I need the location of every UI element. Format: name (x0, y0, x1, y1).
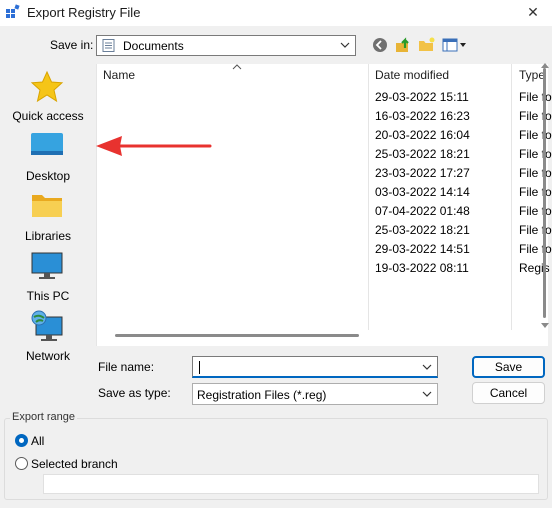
chevron-down-icon (422, 391, 432, 397)
title-bar: Export Registry File ✕ (0, 0, 552, 26)
place-network[interactable]: Network (3, 309, 93, 367)
new-folder-icon[interactable] (417, 36, 437, 54)
desktop-icon (31, 133, 63, 155)
list-item[interactable]: 23-03-2022 17:27 File fo (97, 164, 552, 183)
text-cursor (199, 361, 200, 374)
type-cell: File fo (519, 128, 552, 142)
documents-icon (102, 39, 115, 52)
date-cell: 25-03-2022 18:21 (375, 147, 470, 161)
place-libraries[interactable]: Libraries (3, 189, 93, 247)
scroll-down-icon[interactable] (541, 323, 549, 329)
radio-selected-branch-label[interactable]: Selected branch (31, 457, 118, 471)
place-desktop[interactable]: Desktop (3, 129, 93, 187)
list-item[interactable]: 25-03-2022 18:21 File fo (97, 221, 552, 240)
date-cell: 03-03-2022 14:14 (375, 185, 470, 199)
up-folder-icon[interactable] (394, 36, 414, 54)
place-label: Libraries (24, 229, 72, 243)
date-cell: 25-03-2022 18:21 (375, 223, 470, 237)
type-cell: File fo (519, 147, 552, 161)
save-as-type-label: Save as type: (98, 386, 171, 400)
list-item[interactable]: 07-04-2022 01:48 File fo (97, 202, 552, 221)
radio-all-label[interactable]: All (31, 434, 44, 448)
date-cell: 20-03-2022 16:04 (375, 128, 470, 142)
radio-selected-branch[interactable] (15, 457, 28, 470)
folder-icon (32, 195, 62, 217)
type-cell: File fo (519, 185, 552, 199)
list-item[interactable]: 03-03-2022 14:14 File fo (97, 183, 552, 202)
chevron-down-icon (340, 42, 350, 48)
type-cell: File fo (519, 242, 552, 256)
monitor-icon (31, 252, 63, 279)
place-label: Desktop (25, 169, 71, 183)
save-button[interactable]: Save (472, 356, 545, 378)
date-cell: 07-04-2022 01:48 (375, 204, 470, 218)
list-item[interactable]: 16-03-2022 16:23 File fo (97, 107, 552, 126)
date-cell: 16-03-2022 16:23 (375, 109, 470, 123)
list-item[interactable]: 29-03-2022 15:11 File fo (97, 88, 552, 107)
list-item[interactable]: 29-03-2022 14:51 File fo (97, 240, 552, 259)
registry-icon (6, 4, 20, 18)
type-cell: File fo (519, 204, 552, 218)
place-label: This PC (26, 289, 70, 303)
date-cell: 23-03-2022 17:27 (375, 166, 470, 180)
network-icon (31, 310, 63, 341)
places-bar: Quick access Desktop Libraries This PC N… (3, 64, 93, 402)
place-label: Quick access (12, 109, 84, 123)
window-title: Export Registry File (27, 5, 141, 20)
save-as-type-value: Registration Files (*.reg) (197, 388, 327, 402)
selected-branch-input[interactable] (43, 474, 539, 494)
place-quick-access[interactable]: Quick access (3, 69, 93, 127)
save-as-type-dropdown[interactable]: Registration Files (*.reg) (192, 383, 438, 405)
type-cell: File fo (519, 90, 552, 104)
type-cell: File fo (519, 109, 552, 123)
type-cell: File fo (519, 166, 552, 180)
horizontal-scrollbar[interactable] (115, 334, 359, 337)
column-header-name[interactable]: Name (103, 68, 135, 82)
column-header-type[interactable]: Type (519, 68, 545, 82)
back-icon[interactable] (370, 36, 390, 54)
annotation-arrow-icon (96, 136, 212, 156)
file-list[interactable]: Name Date modified Type 29-03-2022 15:11… (96, 63, 552, 346)
place-this-pc[interactable]: This PC (3, 249, 93, 307)
save-in-dropdown[interactable]: Documents (96, 35, 356, 56)
radio-all[interactable] (15, 434, 28, 447)
view-menu-icon[interactable] (441, 36, 467, 54)
date-cell: 19-03-2022 08:11 (375, 261, 469, 275)
cancel-button[interactable]: Cancel (472, 382, 545, 404)
file-name-label: File name: (98, 360, 155, 374)
chevron-down-icon[interactable] (421, 360, 433, 374)
place-label: Network (25, 349, 70, 363)
close-button[interactable]: ✕ (518, 0, 548, 24)
date-cell: 29-03-2022 15:11 (375, 90, 469, 104)
file-name-input[interactable] (192, 356, 438, 378)
date-cell: 29-03-2022 14:51 (375, 242, 470, 256)
star-icon (30, 70, 64, 103)
export-range-title: Export range (10, 411, 77, 423)
type-cell: File fo (519, 223, 552, 237)
sort-ascending-icon (232, 64, 242, 70)
list-item[interactable]: 19-03-2022 08:11 Regis (97, 259, 550, 278)
column-header-date[interactable]: Date modified (375, 68, 449, 82)
vertical-scrollbar[interactable] (543, 68, 546, 318)
save-in-label: Save in: (50, 38, 94, 52)
save-in-value: Documents (123, 39, 184, 53)
